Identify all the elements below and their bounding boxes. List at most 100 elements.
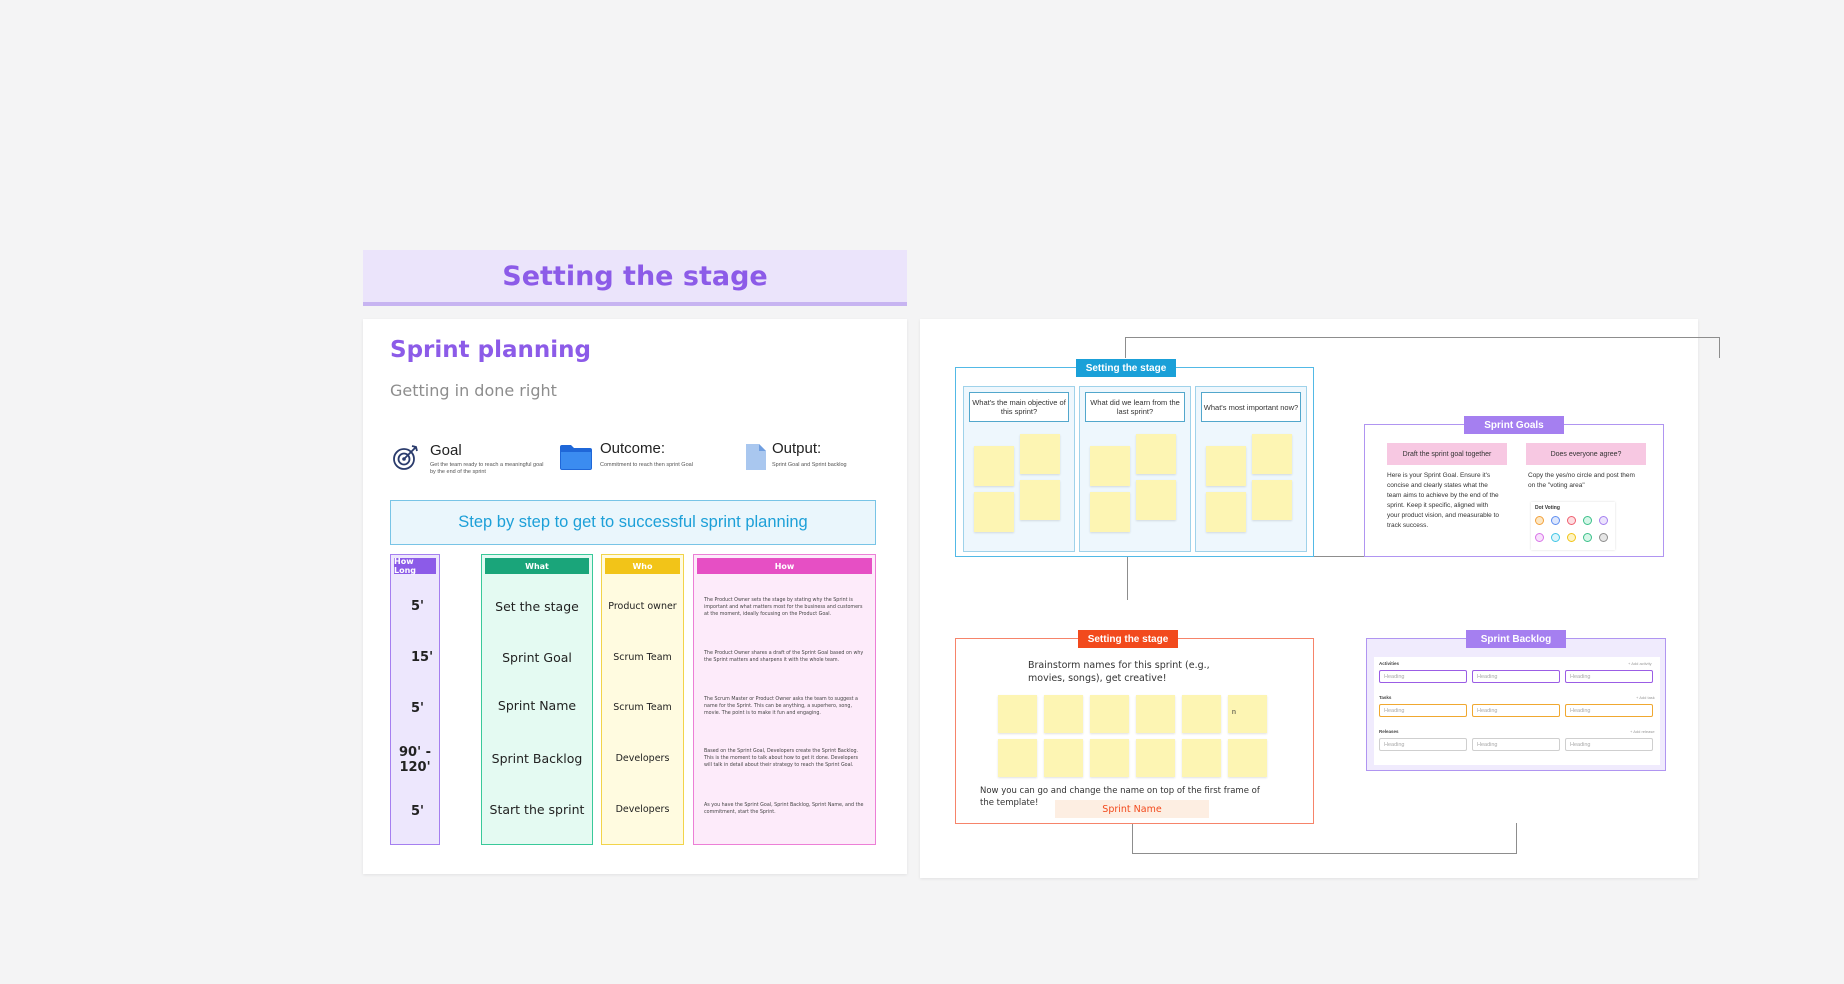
goal-step-bar: Draft the sprint goal together [1387, 443, 1507, 465]
column-header: What [485, 558, 589, 574]
sticky-note[interactable] [1020, 480, 1060, 520]
connector-line [1127, 557, 1513, 603]
section-title: Setting the stage [502, 260, 768, 292]
column-who: Who Product owner Scrum Team Scrum Team … [601, 554, 684, 845]
frame-sprint-backlog[interactable]: Sprint Backlog Activities + Add activity… [1366, 630, 1666, 771]
sticky-note[interactable] [1206, 446, 1246, 486]
target-icon [393, 445, 418, 470]
vote-dot[interactable] [1599, 516, 1608, 525]
sticky-note[interactable] [998, 695, 1037, 733]
who-cell: Scrum Team [613, 701, 672, 713]
step-by-step-banner: Step by step to get to successful sprint… [390, 500, 876, 545]
sticky-note[interactable] [1182, 695, 1221, 733]
column-header: How Long [394, 557, 436, 575]
frame-tag: Setting the stage [1076, 359, 1176, 377]
what-cell: Start the sprint [489, 801, 585, 817]
vote-dot[interactable] [1599, 533, 1608, 542]
frame-setting-the-stage-questions[interactable]: Setting the stage What's the main object… [955, 359, 1314, 557]
goal-desc: Get the team ready to reach a meaningful… [430, 462, 544, 475]
question-card: What's the main objective of this sprint… [969, 392, 1069, 422]
sticky-note[interactable] [1020, 434, 1060, 474]
heading-card[interactable]: Heading [1565, 738, 1653, 751]
sticky-note[interactable] [1206, 492, 1246, 532]
dot-voting-title: Dot Voting [1535, 505, 1560, 511]
output-label: Output: [772, 440, 822, 457]
outcome-label: Outcome: [600, 440, 666, 457]
heading-card[interactable]: Heading [1379, 704, 1467, 717]
sticky-note[interactable] [1044, 739, 1083, 777]
sticky-note[interactable] [1252, 434, 1292, 474]
panel-title: Sprint planning [390, 337, 591, 363]
sticky-note[interactable] [1182, 739, 1221, 777]
goal-step-bar: Does everyone agree? [1526, 443, 1646, 465]
folder-icon [560, 445, 592, 470]
panel-subtitle: Getting in done right [390, 381, 557, 400]
backlog-board: Activities + Add activity Heading Headin… [1374, 657, 1660, 765]
heading-card[interactable]: Heading [1472, 704, 1560, 717]
sticky-note[interactable] [1136, 695, 1175, 733]
sticky-note[interactable] [1252, 480, 1292, 520]
heading-card[interactable]: Heading [1472, 738, 1560, 751]
heading-card[interactable]: Heading [1565, 704, 1653, 717]
vote-dot[interactable] [1583, 533, 1592, 542]
backlog-row-label: Tasks [1379, 695, 1392, 700]
dot-voting-card[interactable]: Dot Voting [1531, 502, 1615, 550]
question-card: What did we learn from the last sprint? [1085, 392, 1185, 422]
output-desc: Sprint Goal and Sprint backlog [772, 462, 847, 468]
who-cell: Product owner [608, 600, 677, 612]
how-long-cell: 5' [411, 700, 425, 716]
vote-dot[interactable] [1567, 516, 1576, 525]
brainstorm-prompt: Brainstorm names for this sprint (e.g., … [1028, 660, 1210, 684]
column-header: Who [605, 558, 680, 574]
frame-tag: Sprint Backlog [1466, 630, 1566, 648]
frame-tag: Sprint Goals [1464, 416, 1564, 434]
add-task-button[interactable]: + Add task [1636, 695, 1655, 700]
sticky-note[interactable] [974, 446, 1014, 486]
add-release-button[interactable]: + Add release [1630, 729, 1655, 734]
sticky-note[interactable] [1136, 739, 1175, 777]
sticky-note[interactable] [1090, 446, 1130, 486]
output-icon-wrap [745, 443, 767, 476]
backlog-row-label: Activities [1379, 661, 1400, 666]
outcome-icon-wrap [559, 443, 593, 476]
who-cell: Developers [615, 752, 670, 764]
how-cell: Based on the Sprint Goal, Developers cre… [704, 748, 859, 768]
sticky-note[interactable] [1136, 434, 1176, 474]
sprint-planning-panel[interactable]: Sprint planning Getting in done right Go… [363, 319, 907, 874]
sprint-name-label[interactable]: Sprint Name [1055, 800, 1209, 818]
vote-dot[interactable] [1535, 533, 1544, 542]
how-long-cell: 5' [411, 803, 425, 819]
vote-dot[interactable] [1567, 533, 1576, 542]
sticky-note[interactable] [974, 492, 1014, 532]
heading-card[interactable]: Heading [1379, 670, 1467, 683]
frame-sprint-name-brainstorm[interactable]: Setting the stage Brainstorm names for t… [955, 630, 1314, 824]
sticky-note[interactable] [1090, 492, 1130, 532]
how-long-cell: 15' [411, 649, 434, 665]
step-title: Step by step to get to successful sprint… [458, 513, 808, 531]
column-how-long: How Long 5' 15' 5' 90' - 120' 5' [390, 554, 440, 845]
heading-card[interactable]: Heading [1379, 738, 1467, 751]
question-card: What's most important now? [1201, 392, 1301, 422]
outcome-desc: Commitment to reach then sprint Goal [600, 462, 693, 468]
sticky-note[interactable] [1090, 695, 1129, 733]
goal-instructions: Here is your Sprint Goal. Ensure it's co… [1387, 472, 1500, 529]
sticky-note[interactable] [998, 739, 1037, 777]
vote-dot[interactable] [1551, 533, 1560, 542]
vote-dot[interactable] [1551, 516, 1560, 525]
heading-card[interactable]: Heading [1472, 670, 1560, 683]
sticky-note[interactable] [1090, 739, 1129, 777]
vote-dot[interactable] [1583, 516, 1592, 525]
how-cell: The Product Owner sets the stage by stat… [704, 597, 863, 617]
sticky-note[interactable] [1136, 480, 1176, 520]
sticky-note[interactable] [1044, 695, 1083, 733]
workflow-board-panel[interactable]: Setting the stage What's the main object… [920, 319, 1720, 878]
heading-card[interactable]: Heading [1565, 670, 1653, 683]
frame-sprint-goals[interactable]: Sprint Goals Draft the sprint goal toget… [1364, 416, 1664, 557]
sticky-note[interactable]: n [1228, 695, 1267, 733]
how-cell: The Product Owner shares a draft of the … [704, 651, 864, 663]
vote-dot[interactable] [1535, 516, 1544, 525]
how-long-cell: 90' - 120' [399, 745, 431, 775]
frame-tag: Setting the stage [1078, 630, 1178, 648]
add-activity-button[interactable]: + Add activity [1628, 661, 1652, 666]
sticky-note[interactable] [1228, 739, 1267, 777]
